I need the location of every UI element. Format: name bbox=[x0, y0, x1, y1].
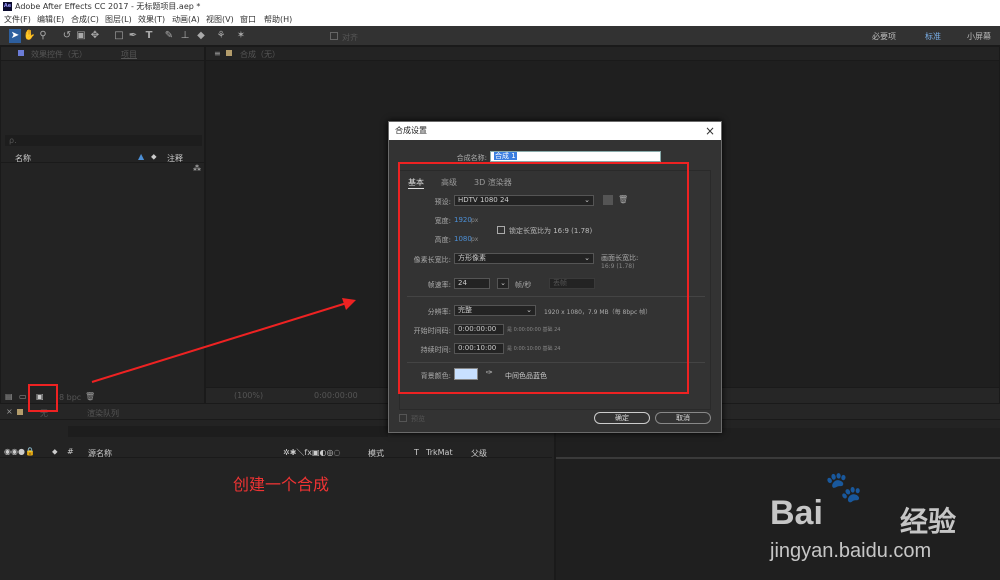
paw-icon: 🐾 bbox=[825, 470, 863, 505]
watermark-brand: Bai bbox=[770, 494, 823, 532]
baidu-watermark: 🐾 Bai 经验 jingyan.baidu.com bbox=[770, 470, 995, 570]
watermark-brand2: 经验 bbox=[900, 505, 957, 538]
watermark-url: jingyan.baidu.com bbox=[770, 540, 932, 562]
annotation-text: 创建一个合成 bbox=[233, 475, 330, 494]
